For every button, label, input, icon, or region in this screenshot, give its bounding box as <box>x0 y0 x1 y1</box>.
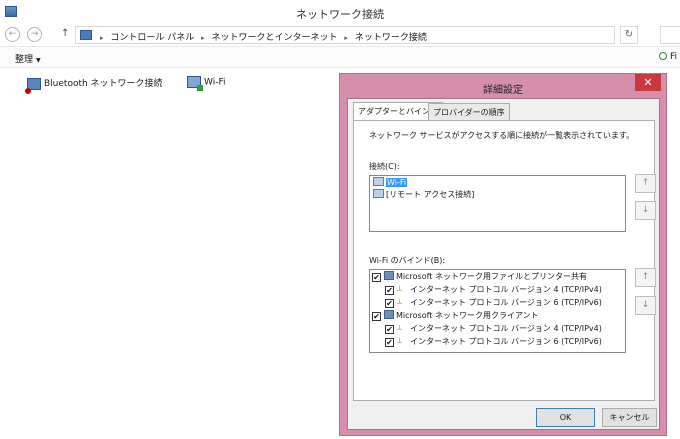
binding-label: Microsoft ネットワーク用クライアント <box>396 311 539 320</box>
chevron-down-icon: ▼ <box>36 57 41 64</box>
refresh-button[interactable]: ↻ <box>620 26 638 44</box>
organize-label: 整理 <box>15 55 34 65</box>
breadcrumb-network-internet[interactable]: ネットワークとインターネット <box>212 33 338 43</box>
connections-listbox[interactable]: Wi-Fi [リモート アクセス接続] <box>369 175 626 232</box>
binding-ipv6[interactable]: ✔ ┴ インターネット プロトコル バージョン 6 (TCP/IPv6) <box>385 297 602 310</box>
protocol-icon: ┴ <box>397 286 402 295</box>
binding-move-up-button[interactable]: ↑ <box>635 268 656 287</box>
window-title: ネットワーク接続 <box>296 8 384 21</box>
binding-label: Microsoft ネットワーク用ファイルとプリンター共有 <box>396 272 587 281</box>
forward-button[interactable]: → <box>27 27 42 42</box>
back-button[interactable]: ← <box>5 27 20 42</box>
truncated-command-label: Fi <box>670 52 678 62</box>
binding-file-printer-sharing[interactable]: ✔ Microsoft ネットワーク用ファイルとプリンター共有 <box>372 271 587 284</box>
connection-bluetooth[interactable]: Bluetooth ネットワーク接続 <box>25 76 163 96</box>
checkbox[interactable]: ✔ <box>385 286 394 295</box>
address-row: ← → ↑ ▸ コントロール パネル ▸ ネットワークとインターネット ▸ ネッ… <box>0 24 680 46</box>
binding-label: インターネット プロトコル バージョン 4 (TCP/IPv4) <box>410 285 602 294</box>
connection-label: Bluetooth ネットワーク接続 <box>44 79 163 89</box>
wifi-network-icon <box>187 76 203 91</box>
up-button[interactable]: ↑ <box>61 28 69 39</box>
binding-move-down-button[interactable]: ↓ <box>635 296 656 315</box>
advanced-settings-dialog: 詳細設定 ✕ アダプターとバインド プロバイダーの順序 ネットワーク サービスが… <box>339 73 667 436</box>
checkbox[interactable]: ✔ <box>372 312 381 321</box>
organize-menu[interactable]: 整理 ▼ <box>15 52 41 65</box>
breadcrumb-separator: ▸ <box>344 34 348 42</box>
protocol-icon: ┴ <box>397 299 402 308</box>
connection-move-down-button[interactable]: ↓ <box>635 201 656 220</box>
connection-move-up-button[interactable]: ↑ <box>635 174 656 193</box>
ok-button[interactable]: OK <box>536 408 595 427</box>
binding-label: インターネット プロトコル バージョン 4 (TCP/IPv4) <box>410 324 602 333</box>
connections-label: 接続(C): <box>369 162 400 171</box>
control-panel-icon <box>80 30 92 40</box>
remote-access-icon <box>373 189 384 198</box>
binding-label: インターネット プロトコル バージョン 6 (TCP/IPv6) <box>410 298 602 307</box>
protocol-icon: ┴ <box>397 325 402 334</box>
close-icon[interactable]: ✕ <box>635 74 661 91</box>
checkbox[interactable]: ✔ <box>372 273 381 282</box>
breadcrumb: ▸ コントロール パネル ▸ ネットワークとインターネット ▸ ネットワーク接続 <box>96 30 427 43</box>
checkbox[interactable]: ✔ <box>385 299 394 308</box>
tab-panel: ネットワーク サービスがアクセスする順に接続が一覧表示されています。 接続(C)… <box>353 120 656 401</box>
binding-label: インターネット プロトコル バージョン 6 (TCP/IPv6) <box>410 337 602 346</box>
status-icon <box>659 52 667 60</box>
tab-provider-order[interactable]: プロバイダーの順序 <box>428 103 510 120</box>
intro-text: ネットワーク サービスがアクセスする順に接続が一覧表示されています。 <box>369 131 635 140</box>
client-icon <box>384 310 394 319</box>
binding-ipv4[interactable]: ✔ ┴ インターネット プロトコル バージョン 4 (TCP/IPv4) <box>385 323 602 336</box>
bindings-treeview[interactable]: ✔ Microsoft ネットワーク用ファイルとプリンター共有 ✔ ┴ インターネット… <box>369 269 626 353</box>
address-bar[interactable]: ▸ コントロール パネル ▸ ネットワークとインターネット ▸ ネットワーク接続 <box>75 26 615 44</box>
binding-ipv4[interactable]: ✔ ┴ インターネット プロトコル バージョン 4 (TCP/IPv4) <box>385 284 602 297</box>
list-item-remote-access[interactable]: [リモート アクセス接続] <box>373 189 474 202</box>
protocol-icon: ┴ <box>397 338 402 347</box>
checkbox[interactable]: ✔ <box>385 325 394 334</box>
network-adapter-icon <box>373 177 384 186</box>
breadcrumb-network-connections[interactable]: ネットワーク接続 <box>355 33 427 43</box>
command-bar: 整理 ▼ Fi <box>0 46 680 68</box>
breadcrumb-control-panel[interactable]: コントロール パネル <box>110 33 194 43</box>
connection-wifi[interactable]: Wi-Fi <box>187 76 225 96</box>
breadcrumb-separator: ▸ <box>100 34 104 42</box>
search-input[interactable] <box>660 26 680 44</box>
list-item-label: Wi-Fi <box>386 178 408 187</box>
dialog-title: 詳細設定 <box>483 85 523 96</box>
truncated-command[interactable]: Fi <box>659 52 677 62</box>
checkbox[interactable]: ✔ <box>385 338 394 347</box>
dialog-client: アダプターとバインド プロバイダーの順序 ネットワーク サービスがアクセスする順… <box>347 98 660 430</box>
binding-ipv6[interactable]: ✔ ┴ インターネット プロトコル バージョン 6 (TCP/IPv6) <box>385 336 602 349</box>
bluetooth-network-icon <box>25 77 41 94</box>
title-bar: ネットワーク接続 <box>0 0 680 24</box>
cancel-button[interactable]: キャンセル <box>602 408 657 427</box>
list-item-label: [リモート アクセス接続] <box>386 190 475 199</box>
binding-ms-client[interactable]: ✔ Microsoft ネットワーク用クライアント <box>372 310 539 323</box>
breadcrumb-separator: ▸ <box>201 34 205 42</box>
connection-label: Wi-Fi <box>204 77 226 88</box>
service-icon <box>384 271 394 280</box>
bindings-label: Wi-Fi のバインド(B): <box>369 256 446 265</box>
